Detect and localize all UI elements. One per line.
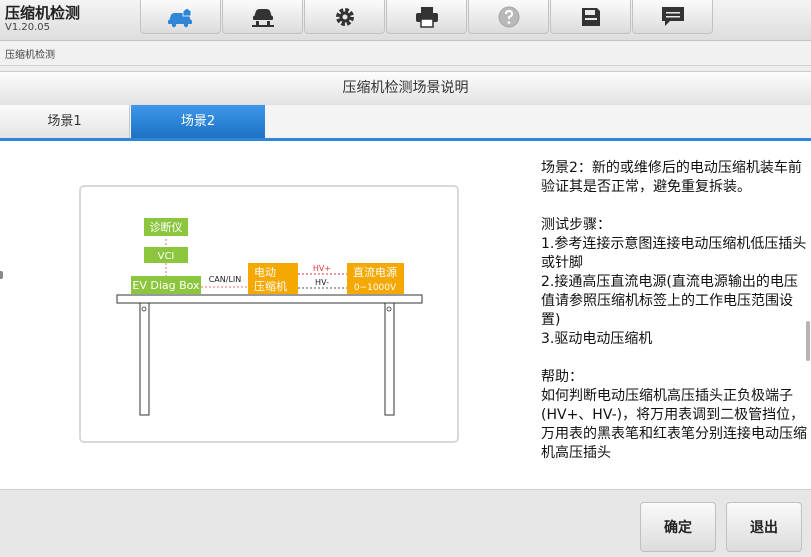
chat-icon [661, 6, 684, 26]
help-icon [498, 6, 519, 27]
compressor-label-line2: 压缩机 [254, 279, 287, 293]
ev-diag-box-label: EV Diag Box [132, 279, 200, 292]
gear-icon [335, 7, 354, 26]
app-version: V1.20.05 [5, 22, 51, 33]
vehicle-home-button[interactable] [140, 0, 221, 34]
dc-supply-label-line2: 0~1000V [354, 283, 397, 293]
vci-label: VCI [158, 251, 175, 262]
side-indicator [0, 271, 3, 279]
connection-diagram: 诊断仪 VCI EV Diag Box CAN/LIN 电动 压缩机 HV+ H… [79, 185, 459, 443]
dc-supply-label-line1: 直流电源 [353, 265, 397, 279]
page-title: 压缩机检测场景说明 [0, 71, 811, 106]
printer-icon [415, 6, 438, 28]
messages-button[interactable] [632, 0, 713, 34]
vehicle-scan-button[interactable] [222, 0, 303, 34]
can-lin-label: CAN/LIN [209, 275, 242, 284]
print-button[interactable] [386, 0, 467, 34]
diag-tool-label: 诊断仪 [150, 220, 183, 234]
top-bar: 压缩机检测 V1.20.05 [0, 0, 811, 41]
car-lift-icon [251, 8, 274, 27]
table-top [116, 294, 423, 304]
confirm-button[interactable]: 确定 [640, 502, 716, 552]
table-leg-right [384, 302, 395, 416]
hv-minus-label: HV- [315, 278, 329, 287]
scene-tabs: 场景1 场景2 [0, 105, 811, 141]
hv-plus-label: HV+ [313, 264, 331, 273]
car-home-icon [167, 7, 192, 27]
exit-button[interactable]: 退出 [726, 502, 802, 552]
connection-diagram-svg: 诊断仪 VCI EV Diag Box CAN/LIN 电动 压缩机 HV+ H… [116, 218, 423, 416]
help-button[interactable] [468, 0, 549, 34]
settings-button[interactable] [304, 0, 385, 34]
description-scrollbar[interactable] [806, 321, 810, 361]
tab-scene-1[interactable]: 场景1 [0, 105, 130, 138]
breadcrumb: 压缩机检测 [0, 41, 811, 66]
save-button[interactable] [550, 0, 631, 34]
scene-content: 诊断仪 VCI EV Diag Box CAN/LIN 电动 压缩机 HV+ H… [0, 141, 811, 489]
bottom-bar: 确定 退出 [0, 489, 811, 557]
app-title: 压缩机检测 [5, 4, 81, 22]
toolbar [140, 0, 714, 35]
table-leg-left [139, 302, 150, 416]
scene-description: 场景2：新的或维修后的电动压缩机装车前验证其是否正常，避免重复拆装。 测试步骤：… [541, 160, 807, 461]
tab-scene-2[interactable]: 场景2 [131, 105, 265, 138]
compressor-label-line1: 电动 [254, 266, 276, 279]
save-icon [581, 7, 600, 26]
breadcrumb-item: 压缩机检测 [5, 50, 55, 61]
